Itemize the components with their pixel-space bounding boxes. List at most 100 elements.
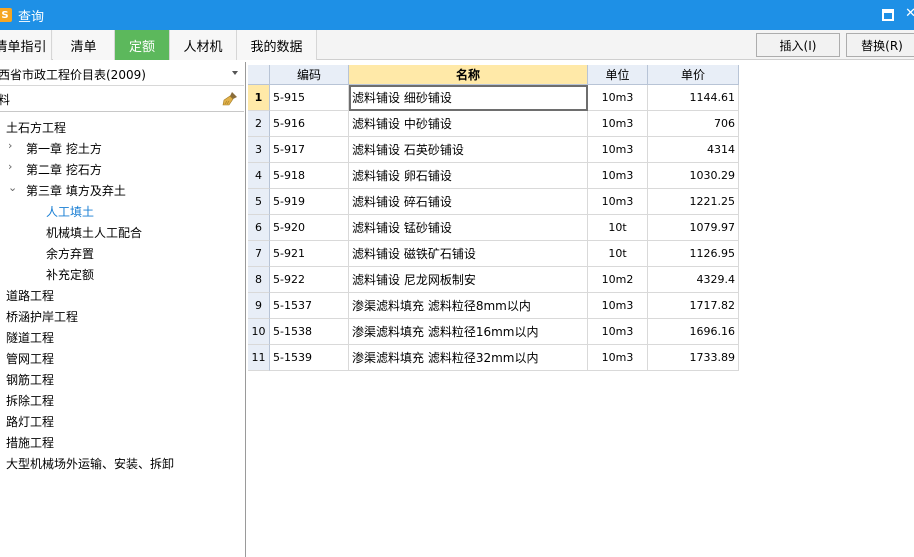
row-number[interactable]: 1 [248,85,270,111]
tree-node[interactable]: 第一章 挖土方 [26,139,102,160]
cell-price[interactable]: 1733.89 [648,345,739,371]
cell-unit[interactable]: 10t [588,215,648,241]
library-dropdown[interactable]: 西省市政工程价目表(2009) [0,64,244,86]
tree-node[interactable]: 措施工程 [6,433,54,454]
cell-unit[interactable]: 10m3 [588,345,648,371]
row-number[interactable]: 2 [248,111,270,137]
cell-price[interactable]: 1717.82 [648,293,739,319]
grid-corner [248,65,270,85]
tree-node[interactable]: 路灯工程 [6,412,54,433]
cell-price[interactable]: 1030.29 [648,163,739,189]
replace-button[interactable]: 替换(R) [846,33,914,57]
cell-price[interactable]: 1079.97 [648,215,739,241]
cell-code[interactable]: 5-1539 [270,345,349,371]
chevron-right-icon[interactable]: › [8,160,20,181]
tab-quota[interactable]: 定额 [115,30,170,60]
cell-name[interactable]: 滤料铺设 碎石铺设 [349,189,588,215]
tab-list[interactable]: 清单 [53,30,115,60]
tree-node[interactable]: 管网工程 [6,349,54,370]
row-number[interactable]: 10 [248,319,270,345]
row-number[interactable]: 11 [248,345,270,371]
chevron-right-icon[interactable]: › [8,139,20,160]
tree-node[interactable]: 钢筋工程 [6,370,54,391]
cell-name[interactable]: 滤料铺设 锰砂铺设 [349,215,588,241]
tab-my-data[interactable]: 我的数据 [237,30,317,60]
cell-price[interactable]: 1696.16 [648,319,739,345]
cell-name[interactable]: 渗渠滤料填充 滤料粒径32mm以内 [349,345,588,371]
cell-code[interactable]: 5-1537 [270,293,349,319]
cell-name[interactable]: 滤料铺设 磁铁矿石铺设 [349,241,588,267]
cell-name[interactable]: 渗渠滤料填充 滤料粒径16mm以内 [349,319,588,345]
clear-brush-icon[interactable] [222,91,238,107]
cell-unit[interactable]: 10m3 [588,293,648,319]
cell-name[interactable]: 滤料铺设 石英砂铺设 [349,137,588,163]
tab-materials[interactable]: 人材机 [170,30,237,60]
cell-price[interactable]: 706 [648,111,739,137]
row-number[interactable]: 4 [248,163,270,189]
tab-bar: 清单指引 清单 定额 人材机 我的数据 插入(I) 替换(R) [0,30,914,60]
cell-unit[interactable]: 10m3 [588,111,648,137]
cell-unit[interactable]: 10m2 [588,267,648,293]
row-number[interactable]: 8 [248,267,270,293]
search-field[interactable]: 料 [0,88,244,112]
tree-node[interactable]: 第二章 挖石方 [26,160,102,181]
cell-name[interactable]: 滤料铺设 细砂铺设 [349,85,588,111]
row-number[interactable]: 9 [248,293,270,319]
left-panel: 西省市政工程价目表(2009) 料 土石方工程 › 第一章 挖土方 › 第二章 挖石方 ⌄… [0,62,246,557]
tree-node[interactable]: 土石方工程 [6,118,66,139]
cell-price[interactable]: 4329.4 [648,267,739,293]
tree-node[interactable]: 余方弃置 [46,244,94,265]
cell-price[interactable]: 4314 [648,137,739,163]
tree-node[interactable]: 补充定额 [46,265,94,286]
cell-code[interactable]: 5-918 [270,163,349,189]
row-number[interactable]: 5 [248,189,270,215]
cell-unit[interactable]: 10m3 [588,319,648,345]
title-bar: S 查询 ✕ [0,0,914,30]
library-selected: 西省市政工程价目表(2009) [0,68,146,82]
cell-name[interactable]: 滤料铺设 中砂铺设 [349,111,588,137]
cell-code[interactable]: 5-922 [270,267,349,293]
row-number[interactable]: 3 [248,137,270,163]
close-icon[interactable]: ✕ [905,6,914,22]
tree-node[interactable]: 机械填土人工配合 [46,223,142,244]
tree-node[interactable]: 拆除工程 [6,391,54,412]
tree-node[interactable]: 桥涵护岸工程 [6,307,78,328]
cell-price[interactable]: 1221.25 [648,189,739,215]
chevron-down-icon[interactable]: ⌄ [8,181,20,202]
cell-code[interactable]: 5-920 [270,215,349,241]
cell-unit[interactable]: 10m3 [588,163,648,189]
tree-node[interactable]: 道路工程 [6,286,54,307]
window-title: 查询 [18,9,45,25]
header-price[interactable]: 单价 [648,65,739,85]
header-name[interactable]: 名称 [349,65,588,85]
cell-code[interactable]: 5-921 [270,241,349,267]
cell-unit[interactable]: 10m3 [588,85,648,111]
header-unit[interactable]: 单位 [588,65,648,85]
tree-node[interactable]: 人工填土 [46,202,94,223]
cell-code[interactable]: 5-917 [270,137,349,163]
tree-node[interactable]: 隧道工程 [6,328,54,349]
tree-node[interactable]: 第三章 填方及弃土 [26,181,126,202]
cell-unit[interactable]: 10m3 [588,189,648,215]
row-number[interactable]: 7 [248,241,270,267]
cell-code[interactable]: 5-1538 [270,319,349,345]
search-input[interactable]: 料 [0,91,10,108]
cell-code[interactable]: 5-916 [270,111,349,137]
dropdown-arrow-icon[interactable] [232,71,238,75]
tree-node[interactable]: 大型机械场外运输、安装、拆卸 [6,454,174,475]
row-number[interactable]: 6 [248,215,270,241]
cell-name[interactable]: 滤料铺设 尼龙网板制安 [349,267,588,293]
cell-name[interactable]: 滤料铺设 卵石铺设 [349,163,588,189]
cell-price[interactable]: 1144.61 [648,85,739,111]
tab-list-guide[interactable]: 清单指引 [0,30,52,60]
cell-code[interactable]: 5-919 [270,189,349,215]
app-icon: S [0,8,12,22]
cell-price[interactable]: 1126.95 [648,241,739,267]
cell-name[interactable]: 渗渠滤料填充 滤料粒径8mm以内 [349,293,588,319]
cell-unit[interactable]: 10m3 [588,137,648,163]
header-code[interactable]: 编码 [270,65,349,85]
insert-button[interactable]: 插入(I) [756,33,840,57]
cell-code[interactable]: 5-915 [270,85,349,111]
cell-unit[interactable]: 10t [588,241,648,267]
minimize-icon[interactable] [882,9,894,21]
